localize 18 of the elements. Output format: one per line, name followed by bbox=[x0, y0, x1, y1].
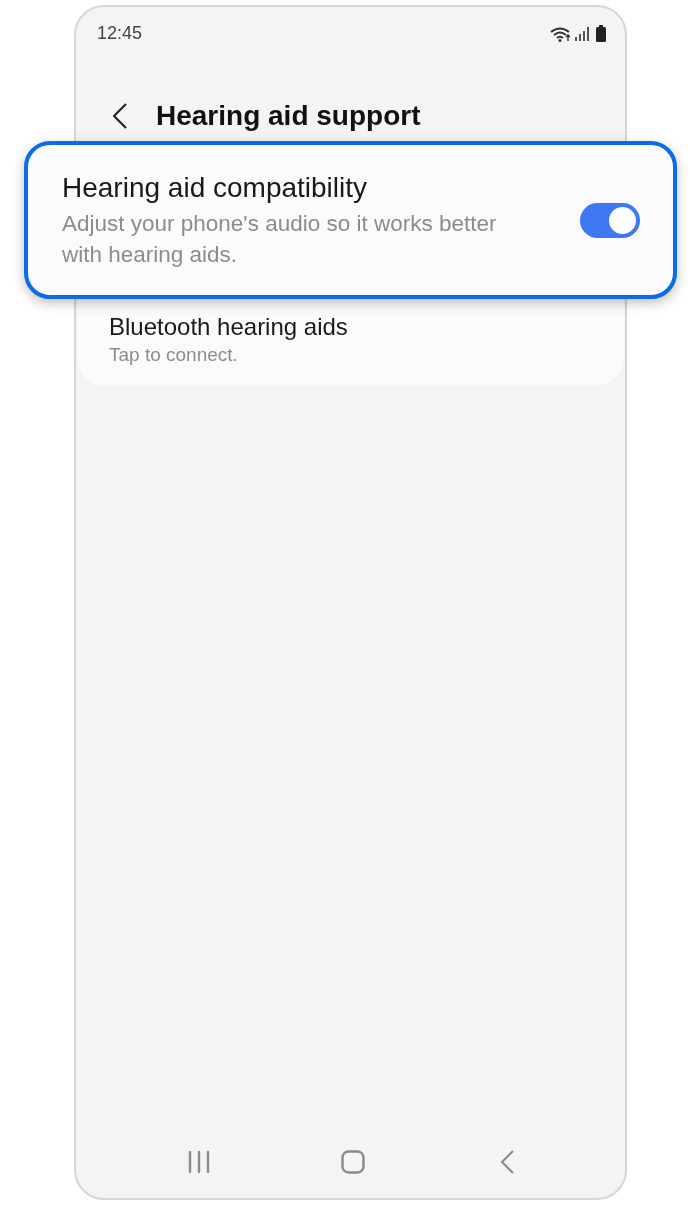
page-title: Hearing aid support bbox=[156, 99, 421, 133]
recent-apps-button[interactable] bbox=[186, 1150, 212, 1174]
toggle-switch[interactable] bbox=[580, 202, 640, 238]
status-time: 12:45 bbox=[97, 22, 143, 45]
nav-back-icon bbox=[500, 1150, 514, 1174]
signal-icon bbox=[575, 26, 589, 41]
setting-title: Bluetooth hearing aids bbox=[109, 312, 348, 342]
highlighted-setting-row[interactable]: Hearing aid compatibility Adjust your phone's audio so it works better with hearing aids. bbox=[24, 141, 677, 299]
setting-title: Hearing aid compatibility bbox=[62, 171, 369, 205]
recent-apps-icon bbox=[188, 1151, 210, 1173]
home-button[interactable] bbox=[340, 1149, 366, 1175]
battery-icon bbox=[596, 25, 606, 42]
wifi-icon bbox=[550, 25, 572, 42]
setting-subtitle: Adjust your phone's audio so it works better with hearing aids. bbox=[62, 210, 498, 269]
setting-subtitle: Tap to connect. bbox=[109, 343, 239, 367]
setting-row[interactable]: Bluetooth hearing aids Tap to connect. bbox=[77, 299, 624, 381]
back-chevron-icon bbox=[113, 103, 127, 129]
home-icon bbox=[341, 1150, 365, 1174]
